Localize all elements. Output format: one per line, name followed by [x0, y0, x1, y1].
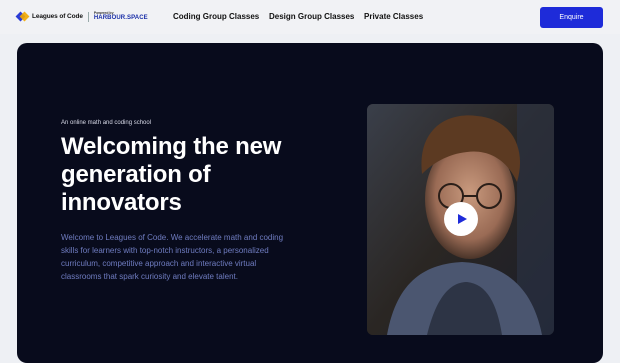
partner-logo: Powered by HARBOUR.SPACE: [93, 11, 148, 22]
hero-description: Welcome to Leagues of Code. We accelerat…: [61, 233, 284, 281]
nav-coding-group-classes[interactable]: Coding Group Classes: [173, 12, 259, 21]
hero-title: Welcoming the new generation of innovato…: [61, 133, 282, 216]
logo-divider: [87, 11, 89, 22]
partner-name: HARBOUR.SPACE: [93, 15, 148, 22]
logo[interactable]: Leagues of Code Powered by HARBOUR.SPACE: [15, 11, 148, 22]
nav-design-group-classes[interactable]: Design Group Classes: [269, 12, 354, 21]
nav-private-classes[interactable]: Private Classes: [364, 12, 423, 21]
logo-mark-icon: [15, 11, 30, 22]
play-button[interactable]: [444, 202, 478, 236]
hero-eyebrow: An online math and coding school: [61, 120, 152, 126]
play-icon: [458, 214, 467, 224]
enquire-button[interactable]: Enquire: [540, 7, 603, 28]
logo-text: Leagues of Code: [32, 13, 83, 20]
site-header: Leagues of Code Powered by HARBOUR.SPACE…: [0, 0, 620, 34]
